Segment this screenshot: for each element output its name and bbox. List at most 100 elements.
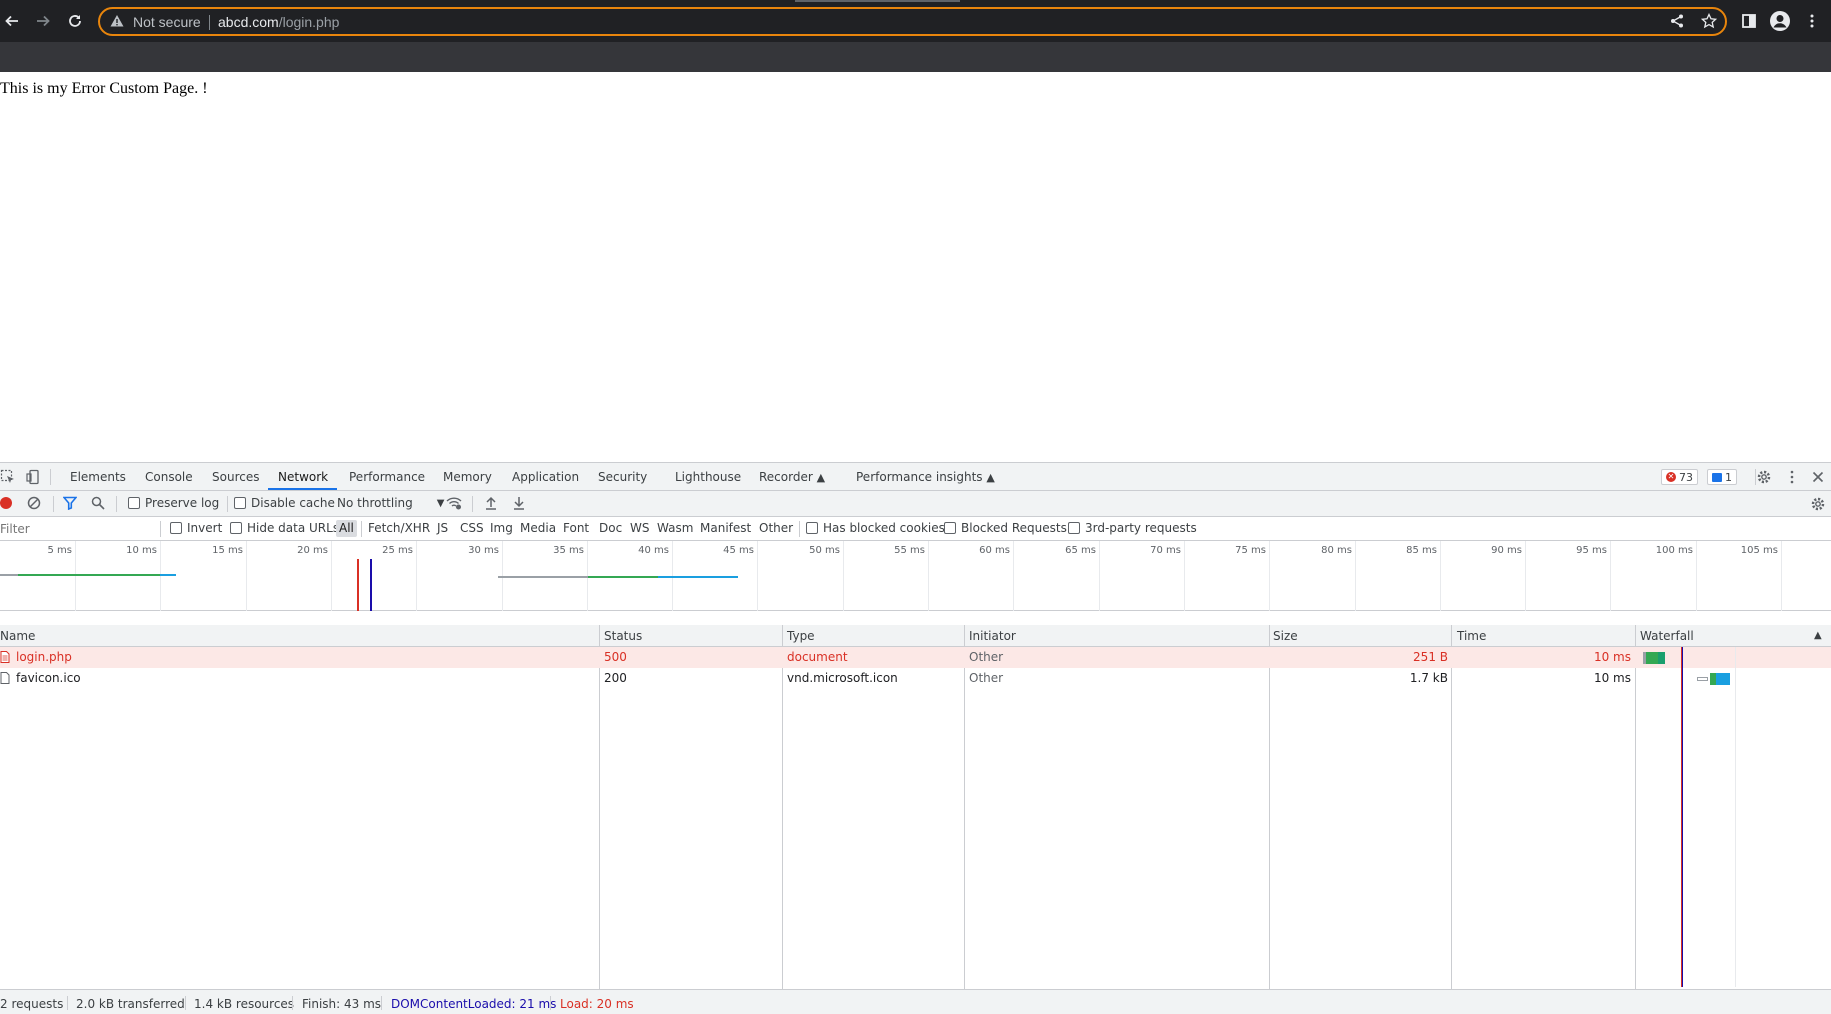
tab-performance-insights[interactable]: Performance insights ▲ <box>856 470 995 484</box>
overview-grid-line <box>1184 541 1185 611</box>
filter-type-ws[interactable]: WS <box>630 521 649 535</box>
filter-type-css[interactable]: CSS <box>460 521 484 535</box>
disable-cache-checkbox[interactable]: Disable cache <box>234 496 335 510</box>
device-toolbar-icon[interactable] <box>26 469 42 489</box>
filter-divider <box>361 521 362 537</box>
filter-type-manifest[interactable]: Manifest <box>700 521 751 535</box>
filter-type-img[interactable]: Img <box>490 521 513 535</box>
sort-ascending-icon[interactable]: ▲ <box>1814 630 1822 641</box>
record-icon[interactable] <box>0 497 12 509</box>
preserve-log-checkbox[interactable]: Preserve log <box>128 496 219 510</box>
tab-sources[interactable]: Sources <box>212 470 259 484</box>
reload-button[interactable] <box>63 9 87 33</box>
tab-performance[interactable]: Performance <box>349 470 425 484</box>
column-header-name[interactable]: Name <box>0 629 35 643</box>
url-text[interactable]: abcd.com/login.php <box>218 14 339 30</box>
tab-network[interactable]: Network <box>278 470 328 484</box>
tab-security[interactable]: Security <box>598 470 647 484</box>
filter-type-doc[interactable]: Doc <box>599 521 622 535</box>
error-count-badge[interactable]: ✕ 73 <box>1661 469 1698 485</box>
overview-tick-label: 100 ms <box>1655 545 1693 556</box>
search-icon[interactable] <box>91 496 105 514</box>
column-header-initiator[interactable]: Initiator <box>969 629 1016 643</box>
side-panel-icon[interactable] <box>1737 9 1761 33</box>
invert-checkbox[interactable]: Invert <box>170 521 222 535</box>
request-name[interactable]: favicon.ico <box>16 671 81 685</box>
blocked-requests-checkbox[interactable]: Blocked Requests <box>944 521 1067 535</box>
filter-type-media[interactable]: Media <box>520 521 556 535</box>
tab-strip-indicator <box>795 0 960 2</box>
share-icon[interactable] <box>1669 13 1685 32</box>
tab-application[interactable]: Application <box>512 470 579 484</box>
requests-table-header: Name Status Type Initiator Size Time Wat… <box>0 625 1831 647</box>
devtools-settings-gear-icon[interactable] <box>1756 469 1772 489</box>
filter-type-fetch-xhr[interactable]: Fetch/XHR <box>368 521 430 535</box>
hide-data-urls-checkbox[interactable]: Hide data URLs <box>230 521 339 535</box>
column-header-waterfall[interactable]: Waterfall <box>1640 629 1694 643</box>
tab-memory[interactable]: Memory <box>443 470 492 484</box>
overview-tick-label: 15 ms <box>212 545 243 556</box>
overview-tick-label: 40 ms <box>638 545 669 556</box>
overview-tick-label: 20 ms <box>297 545 328 556</box>
table-row[interactable]: login.php 500 document Other 251 B 10 ms <box>0 647 1831 668</box>
filter-type-js[interactable]: JS <box>437 521 448 535</box>
warning-icon[interactable] <box>110 14 124 31</box>
hide-data-urls-label: Hide data URLs <box>247 521 340 535</box>
profile-avatar-icon[interactable] <box>1768 9 1792 33</box>
overview-grid-line <box>843 541 844 611</box>
tab-console[interactable]: Console <box>145 470 193 484</box>
tab-elements[interactable]: Elements <box>70 470 126 484</box>
devtools-close-icon[interactable] <box>1810 469 1826 489</box>
network-settings-gear-icon[interactable] <box>1810 496 1826 516</box>
import-har-upload-icon[interactable] <box>484 496 498 514</box>
filter-type-other[interactable]: Other <box>759 521 793 535</box>
filter-type-all[interactable]: All <box>336 520 357 537</box>
inspect-element-icon[interactable] <box>0 469 16 489</box>
has-blocked-cookies-label: Has blocked cookies <box>823 521 945 535</box>
filter-input[interactable] <box>0 520 157 537</box>
column-header-status[interactable]: Status <box>604 629 642 643</box>
has-blocked-cookies-checkbox[interactable]: Has blocked cookies <box>806 521 945 535</box>
column-header-type[interactable]: Type <box>787 629 815 643</box>
filter-type-font[interactable]: Font <box>563 521 589 535</box>
overview-grid-line <box>1781 541 1782 611</box>
experiment-flask-icon: ▲ <box>986 471 995 484</box>
message-count-badge[interactable]: 1 <box>1707 469 1737 485</box>
summary-divider <box>185 996 186 1010</box>
column-header-time[interactable]: Time <box>1457 629 1486 643</box>
invert-label: Invert <box>187 521 223 535</box>
overview-bar-receive <box>658 576 738 578</box>
tab-recorder[interactable]: Recorder ▲ <box>759 470 825 484</box>
disable-cache-label: Disable cache <box>251 496 335 510</box>
address-bar[interactable]: Not secure abcd.com/login.php <box>98 7 1727 36</box>
tab-lighthouse[interactable]: Lighthouse <box>675 470 741 484</box>
overview-grid-line <box>757 541 758 611</box>
waterfall-receive-bar <box>1716 673 1730 685</box>
file-icon <box>0 672 10 687</box>
overview-tick-label: 75 ms <box>1235 545 1266 556</box>
bookmark-star-icon[interactable] <box>1700 12 1718 32</box>
export-har-download-icon[interactable] <box>512 496 526 514</box>
network-conditions-wifi-icon[interactable] <box>446 496 462 514</box>
request-name[interactable]: login.php <box>16 650 72 664</box>
overview-tick-label: 70 ms <box>1150 545 1181 556</box>
preserve-log-label: Preserve log <box>145 496 220 510</box>
security-label[interactable]: Not secure <box>133 14 201 30</box>
overview-grid-line <box>75 541 76 611</box>
devtools-tab-strip: Elements Console Sources Network Perform… <box>0 463 1831 491</box>
filter-type-wasm[interactable]: Wasm <box>657 521 693 535</box>
chrome-menu-icon[interactable] <box>1800 9 1824 33</box>
table-row[interactable]: favicon.ico 200 vnd.microsoft.icon Other… <box>0 668 1831 689</box>
third-party-requests-checkbox[interactable]: 3rd-party requests <box>1068 521 1197 535</box>
filter-funnel-icon[interactable] <box>62 496 78 514</box>
forward-button[interactable] <box>31 9 55 33</box>
clear-icon[interactable] <box>27 496 41 514</box>
request-status: 200 <box>604 671 627 685</box>
throttling-select[interactable]: No throttling ▼ <box>337 496 444 510</box>
back-button[interactable] <box>0 9 24 33</box>
message-icon <box>1712 472 1722 482</box>
tab-performance-insights-label: Performance insights <box>856 470 983 484</box>
devtools-more-menu-icon[interactable] <box>1784 469 1800 489</box>
network-overview-timeline[interactable]: 5 ms 10 ms 15 ms 20 ms 25 ms 30 ms 35 ms 40 ms 4… <box>0 541 1831 611</box>
column-header-size[interactable]: Size <box>1273 629 1298 643</box>
